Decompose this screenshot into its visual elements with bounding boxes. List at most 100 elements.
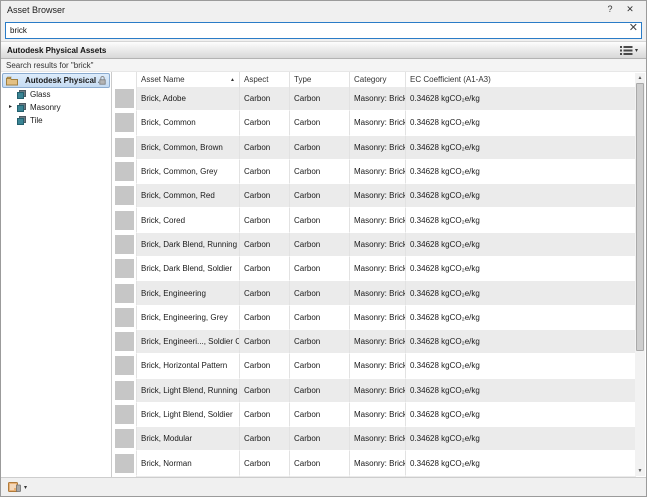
sidebar-item-glass[interactable]: Glass — [1, 88, 111, 101]
type-cell: Carbon — [290, 330, 350, 354]
table-row[interactable]: Brick, Engineering, Grey Carbon Carbon M… — [112, 306, 636, 330]
table-row[interactable]: Brick, Cored Carbon Carbon Masonry: Bric… — [112, 208, 636, 232]
type-cell: Carbon — [290, 451, 350, 475]
scroll-down-icon[interactable]: ▼ — [635, 466, 645, 476]
table-row[interactable]: Brick, Common Carbon Carbon Masonry: Bri… — [112, 111, 636, 135]
scrollbar-thumb[interactable] — [636, 83, 644, 351]
aspect-cell: Carbon — [240, 160, 290, 184]
asset-name-cell: Brick, Engineering, Grey — [137, 306, 240, 330]
table-row[interactable]: Brick, Common, Brown Carbon Carbon Mason… — [112, 136, 636, 160]
table-row[interactable]: Brick, Common, Red Carbon Carbon Masonry… — [112, 184, 636, 208]
table-row[interactable]: Brick, Modular Carbon Carbon Masonry: Br… — [112, 427, 636, 451]
category-cell: Masonry: Brick — [350, 136, 406, 160]
clear-search-icon[interactable]: ✕ — [629, 21, 638, 36]
asset-thumbnail — [112, 330, 137, 354]
titlebar: Asset Browser ? ✕ — [1, 1, 646, 18]
asset-name-cell: Brick, Light Blend, Running — [137, 379, 240, 403]
vertical-scrollbar[interactable]: ▲ ▼ — [635, 73, 645, 476]
table-row[interactable]: Brick, Horizontal Pattern Carbon Carbon … — [112, 354, 636, 378]
asset-thumbnail — [112, 379, 137, 403]
ec-cell: 0.34628 kgCO₂e/kg — [406, 257, 636, 281]
table-row[interactable]: Brick, Dark Blend, Soldier Carbon Carbon… — [112, 257, 636, 281]
table-row[interactable]: Brick, Adobe Carbon Carbon Masonry: Bric… — [112, 87, 636, 111]
table-row[interactable]: Brick, Norman Carbon Carbon Masonry: Bri… — [112, 451, 636, 475]
column-header-type[interactable]: Type — [290, 72, 350, 87]
aspect-cell: Carbon — [240, 184, 290, 208]
table-row[interactable]: Brick, Light Blend, Soldier Carbon Carbo… — [112, 403, 636, 427]
category-cell: Masonry: Brick — [350, 160, 406, 184]
aspect-cell: Carbon — [240, 403, 290, 427]
asset-thumbnail — [112, 233, 137, 257]
main-area: Autodesk Physical Assets Glass ▸ — [1, 72, 646, 477]
column-header-ec-coefficient[interactable]: EC Coefficient (A1-A3) — [406, 72, 636, 87]
sidebar-item-tile[interactable]: Tile — [1, 114, 111, 127]
asset-thumbnail — [112, 403, 137, 427]
material-layers-icon — [17, 90, 26, 99]
column-header-asset-name[interactable]: Asset Name ▲ — [137, 72, 240, 87]
search-bar: ✕ — [1, 18, 646, 41]
table-header: Asset Name ▲ Aspect Type Category EC Coe… — [112, 72, 636, 87]
aspect-cell: Carbon — [240, 281, 290, 305]
aspect-cell: Carbon — [240, 233, 290, 257]
material-layers-icon — [17, 103, 26, 112]
asset-thumbnail — [112, 184, 137, 208]
aspect-cell: Carbon — [240, 451, 290, 475]
sidebar-item-masonry[interactable]: ▸ Masonry — [1, 101, 111, 114]
ec-cell: 0.34628 kgCO₂e/kg — [406, 184, 636, 208]
category-cell: Masonry: Brick — [350, 354, 406, 378]
asset-thumbnail — [112, 160, 137, 184]
table-row[interactable]: Brick, Engineeri..., Soldier Course Carb… — [112, 330, 636, 354]
type-cell: Carbon — [290, 403, 350, 427]
asset-thumbnail — [112, 354, 137, 378]
type-cell: Carbon — [290, 281, 350, 305]
asset-thumbnail — [112, 281, 137, 305]
asset-name-cell: Brick, Modular — [137, 427, 240, 451]
list-view-icon — [620, 46, 633, 55]
type-cell: Carbon — [290, 233, 350, 257]
search-input[interactable] — [5, 22, 642, 39]
asset-name-cell: Brick, Engineeri..., Soldier Course — [137, 330, 240, 354]
column-header-category[interactable]: Category — [350, 72, 406, 87]
category-cell: Masonry: Brick — [350, 184, 406, 208]
close-button[interactable]: ✕ — [620, 2, 640, 17]
type-cell: Carbon — [290, 111, 350, 135]
table-body: Brick, Adobe Carbon Carbon Masonry: Bric… — [112, 87, 636, 477]
asset-browser-dialog: Asset Browser ? ✕ ✕ Autodesk Physical As… — [0, 0, 647, 497]
chevron-down-icon: ▾ — [635, 47, 638, 54]
tree-item-label: Tile — [30, 116, 43, 125]
type-cell: Carbon — [290, 184, 350, 208]
help-button[interactable]: ? — [600, 2, 620, 17]
asset-name-cell: Brick, Adobe — [137, 87, 240, 111]
library-options-button[interactable]: ▾ — [8, 481, 27, 493]
column-header-aspect[interactable]: Aspect — [240, 72, 290, 87]
asset-thumbnail — [112, 476, 137, 477]
view-options-button[interactable]: ▾ — [618, 45, 640, 56]
scrollbar-track[interactable] — [635, 83, 645, 466]
library-section-header: Autodesk Physical Assets ▾ — [1, 41, 646, 59]
aspect-cell: Carbon — [240, 306, 290, 330]
category-cell: Masonry: Brick — [350, 379, 406, 403]
library-title: Autodesk Physical Assets — [7, 46, 618, 55]
type-cell: Carbon — [290, 257, 350, 281]
aspect-cell: Carbon — [240, 330, 290, 354]
aspect-cell: Carbon — [240, 208, 290, 232]
sort-ascending-icon: ▲ — [230, 77, 235, 83]
table-row[interactable]: Brick, Dark Blend, Running Carbon Carbon… — [112, 233, 636, 257]
tree-root-autodesk-physical-assets[interactable]: Autodesk Physical Assets — [2, 73, 110, 88]
ec-cell: 0.34628 kgCO₂e/kg — [406, 160, 636, 184]
assets-table: Asset Name ▲ Aspect Type Category EC Coe… — [112, 72, 646, 477]
table-row-partial[interactable] — [112, 476, 636, 477]
table-row[interactable]: Brick, Common, Grey Carbon Carbon Masonr… — [112, 160, 636, 184]
expander-icon[interactable]: ▸ — [9, 104, 12, 111]
ec-cell: 0.34628 kgCO₂e/kg — [406, 403, 636, 427]
table-row[interactable]: Brick, Engineering Carbon Carbon Masonry… — [112, 281, 636, 305]
category-cell: Masonry: Brick — [350, 257, 406, 281]
table-row[interactable]: Brick, Light Blend, Running Carbon Carbo… — [112, 379, 636, 403]
scroll-up-icon[interactable]: ▲ — [635, 73, 645, 83]
column-header-thumbnail[interactable] — [112, 72, 137, 87]
asset-thumbnail — [112, 208, 137, 232]
asset-thumbnail — [112, 257, 137, 281]
ec-cell: 0.34628 kgCO₂e/kg — [406, 306, 636, 330]
asset-name-cell: Brick, Dark Blend, Soldier — [137, 257, 240, 281]
ec-cell: 0.34628 kgCO₂e/kg — [406, 87, 636, 111]
